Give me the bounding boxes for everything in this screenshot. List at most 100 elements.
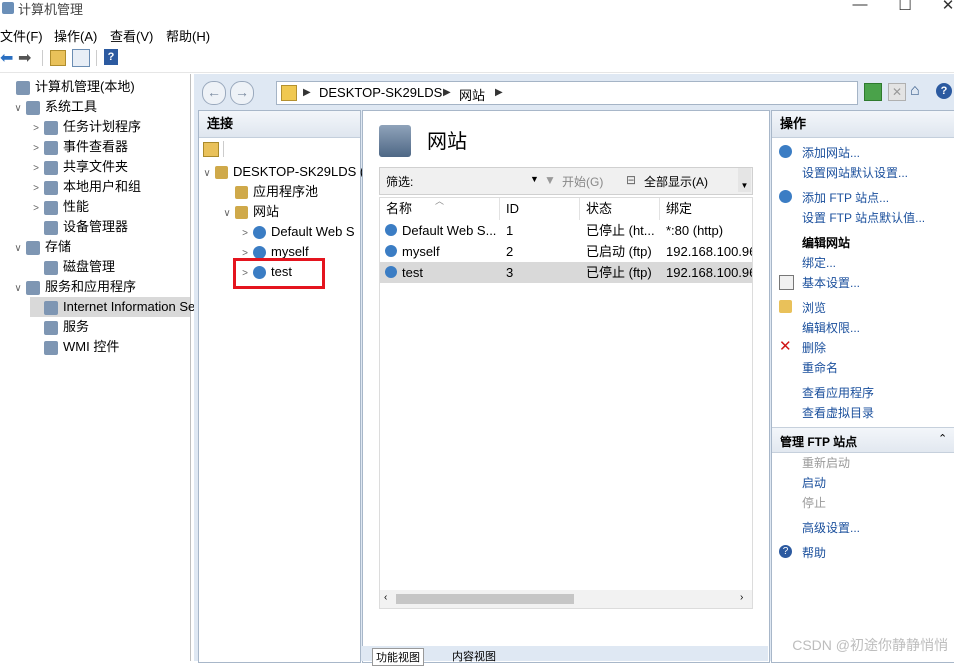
action-link[interactable]: 重命名	[802, 359, 838, 376]
up-folder-icon[interactable]	[50, 50, 66, 66]
nav-forward-button[interactable]: →	[230, 81, 254, 105]
tree-item[interactable]: > 本地用户和组	[30, 177, 141, 197]
action-link[interactable]: 设置 FTP 站点默认值...	[802, 209, 925, 226]
chevron-down-icon[interactable]: ∨	[12, 99, 24, 119]
scroll-left-icon[interactable]: ‹	[384, 592, 387, 603]
stop-icon[interactable]: ✕	[888, 83, 906, 101]
toolbar-divider	[42, 50, 43, 66]
manage-ftp-section[interactable]: 管理 FTP 站点 ⌃	[772, 427, 954, 453]
tab-features-view[interactable]: 功能视图	[372, 648, 424, 666]
chevron-right-icon[interactable]: >	[30, 119, 42, 139]
tree-item[interactable]: > 事件查看器	[30, 137, 128, 157]
tree-item-label: 计算机管理(本地)	[35, 79, 135, 94]
action-link[interactable]: 查看虚拟目录	[802, 404, 874, 421]
tree-item[interactable]: > 共享文件夹	[30, 157, 128, 177]
action-link[interactable]: 编辑权限...	[802, 319, 860, 336]
tree-item[interactable]: 计算机管理(本地)	[2, 77, 135, 97]
table-row[interactable]: Default Web S... 1 已停止 (ht... *:80 (http…	[380, 220, 752, 241]
view-tabs: 功能视图 内容视图	[362, 646, 768, 666]
chevron-right-icon[interactable]: >	[30, 179, 42, 199]
chevron-right-icon[interactable]: >	[239, 224, 251, 244]
connection-node[interactable]: ∨ DESKTOP-SK29LDS (	[201, 162, 364, 182]
tab-content-view[interactable]: 内容视图	[452, 648, 496, 664]
chevron-right-icon[interactable]: >	[30, 199, 42, 219]
scroll-right-icon[interactable]: ›	[740, 592, 743, 603]
table-row[interactable]: test 3 已停止 (ftp) 192.168.100.96	[380, 262, 752, 283]
refresh-icon[interactable]	[864, 83, 882, 101]
back-arrow-icon[interactable]: ⬅	[0, 48, 13, 68]
forward-arrow-icon[interactable]: ➡	[18, 48, 31, 68]
start-filter-button[interactable]: 开始(G)	[562, 173, 603, 190]
chevron-down-icon[interactable]: ∨	[12, 239, 24, 259]
tree-item[interactable]: ∨ 服务和应用程序	[12, 277, 136, 297]
tree-item[interactable]: WMI 控件	[30, 337, 119, 357]
menu-file[interactable]: 文件(F)	[0, 26, 43, 45]
browse-icon	[779, 300, 792, 313]
action-link[interactable]: 浏览	[802, 299, 826, 316]
home-icon[interactable]: ⌂	[910, 82, 920, 100]
close-button[interactable]: ✕	[928, 0, 954, 16]
chevron-down-icon[interactable]: ∨	[221, 204, 233, 224]
column-header-binding[interactable]: 绑定	[660, 198, 752, 220]
tree-item[interactable]: ∨ 存储	[12, 237, 71, 257]
tree-item-label: 服务	[63, 319, 90, 334]
connection-node[interactable]: > Default Web S	[239, 222, 355, 242]
nav-back-button[interactable]: ←	[202, 81, 226, 105]
chevron-right-icon[interactable]: >	[30, 159, 42, 179]
tree-node-icon	[26, 240, 40, 255]
help-icon[interactable]: ?	[104, 49, 118, 65]
show-all-button[interactable]: 全部显示(A)	[644, 173, 708, 190]
tree-item[interactable]: Internet Information Se	[30, 297, 195, 317]
action-link[interactable]: 基本设置...	[802, 274, 860, 291]
tree-item[interactable]: ∨ 系统工具	[12, 97, 97, 117]
scrollbar-thumb[interactable]	[396, 594, 574, 604]
site-id: 1	[506, 223, 514, 238]
action-link[interactable]: 查看应用程序	[802, 384, 874, 401]
site-status: 已启动 (ftp)	[586, 244, 652, 259]
tree-item[interactable]: > 性能	[30, 197, 89, 217]
action-link[interactable]: 重新启动	[802, 454, 850, 471]
horizontal-scrollbar[interactable]: ‹ ›	[380, 590, 752, 608]
menu-view[interactable]: 查看(V)	[110, 26, 153, 45]
table-row[interactable]: myself 2 已启动 (ftp) 192.168.100.96	[380, 241, 752, 262]
action-link[interactable]: 启动	[802, 474, 826, 491]
tree-node-icon	[44, 220, 58, 235]
new-connection-icon[interactable]	[203, 142, 219, 157]
breadcrumb-site[interactable]: 网站	[459, 85, 485, 104]
tree-node-icon	[44, 200, 58, 215]
action-link[interactable]: 帮助	[802, 544, 826, 561]
column-header-id[interactable]: ID	[500, 198, 580, 220]
menu-help[interactable]: 帮助(H)	[166, 26, 210, 45]
connection-node[interactable]: ∨ 网站	[221, 202, 279, 222]
help-icon[interactable]: ?	[936, 83, 952, 99]
maximize-button[interactable]: ☐	[885, 0, 925, 16]
action-link[interactable]: 停止	[802, 494, 826, 511]
tree-item[interactable]: 磁盘管理	[30, 257, 115, 277]
action-link[interactable]: 添加 FTP 站点...	[802, 189, 889, 206]
collapse-icon[interactable]: ⌃	[938, 432, 947, 445]
column-header-status[interactable]: 状态	[580, 198, 660, 220]
tree-item[interactable]: 服务	[30, 317, 89, 337]
menu-action[interactable]: 操作(A)	[54, 26, 97, 45]
group-by-dropdown[interactable]: ▼	[738, 168, 751, 192]
folder-icon	[215, 166, 228, 180]
breadcrumb-host[interactable]: DESKTOP-SK29LDS	[319, 85, 442, 100]
action-link[interactable]: 添加网站...	[802, 144, 860, 161]
breadcrumb[interactable]: ▶ DESKTOP-SK29LDS ▶ 网站 ▶	[276, 81, 858, 105]
tree-item[interactable]: 设备管理器	[30, 217, 128, 237]
chevron-down-icon[interactable]: ∨	[201, 164, 213, 184]
action-link[interactable]: 设置网站默认设置...	[802, 164, 908, 181]
action-link[interactable]: 删除	[802, 339, 826, 356]
action-link[interactable]: 高级设置...	[802, 519, 860, 536]
connection-node[interactable]: 应用程序池	[221, 182, 318, 202]
chevron-down-icon[interactable]: ▼	[530, 174, 539, 184]
action-link[interactable]: 绑定...	[802, 254, 836, 271]
filter-input[interactable]	[418, 170, 538, 190]
show-hide-tree-icon[interactable]	[72, 49, 90, 67]
folder-icon	[235, 186, 248, 200]
actions-pane: 操作 添加网站... 设置网站默认设置... 添加 FTP 站点... 设置 FTP …	[771, 110, 954, 663]
chevron-right-icon[interactable]: >	[30, 139, 42, 159]
chevron-down-icon[interactable]: ∨	[12, 279, 24, 299]
tree-item[interactable]: > 任务计划程序	[30, 117, 141, 137]
minimize-button[interactable]: —	[840, 0, 880, 16]
